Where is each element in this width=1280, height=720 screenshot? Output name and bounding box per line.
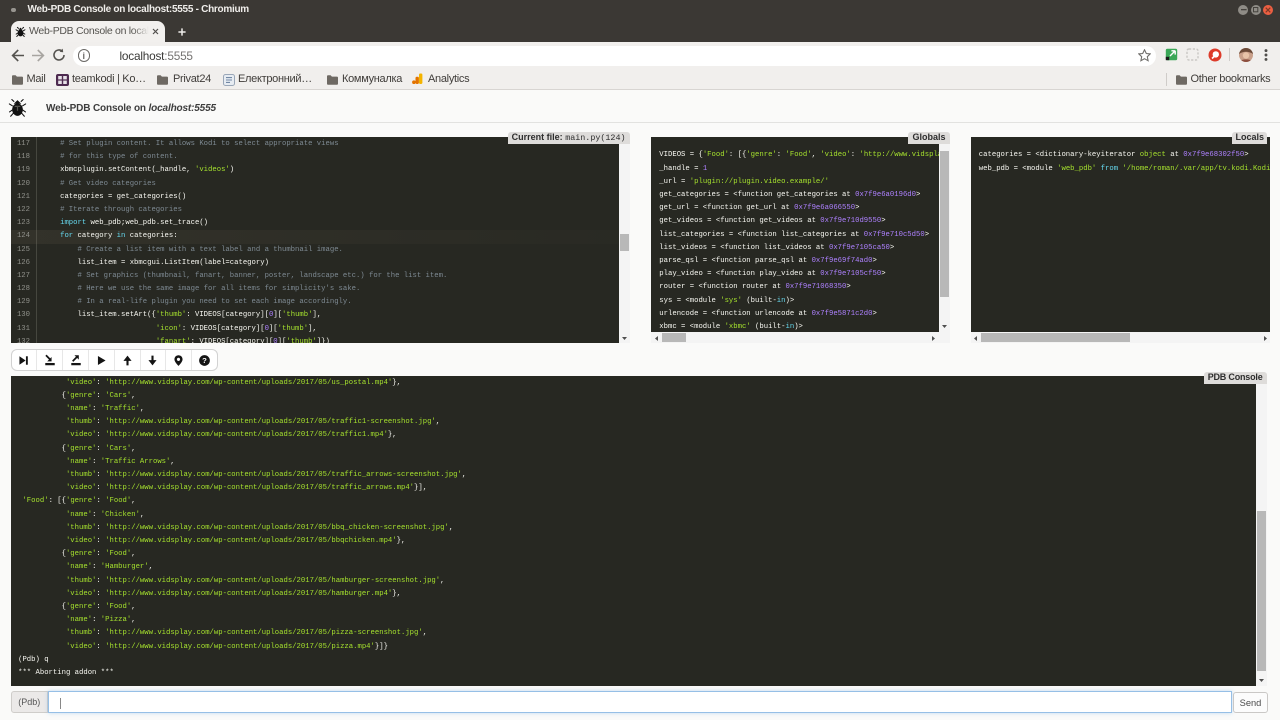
svg-text:?: ? [202, 356, 207, 365]
